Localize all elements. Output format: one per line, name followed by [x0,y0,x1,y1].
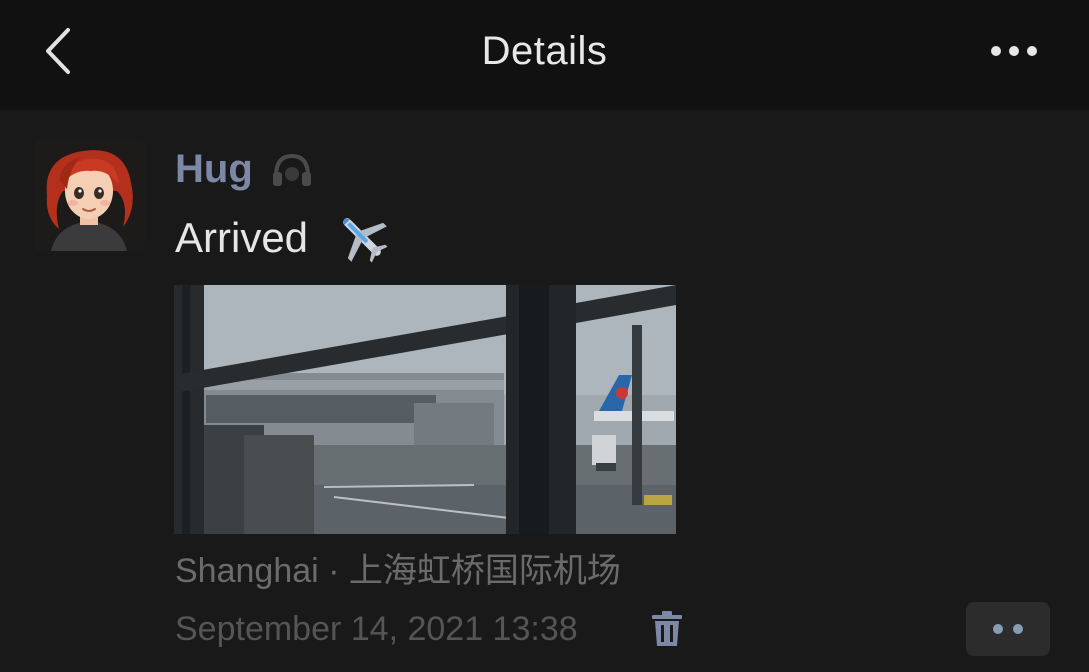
more-horizontal-icon [991,46,1037,56]
airplane-icon [333,208,391,266]
airport-window-photo [174,285,676,534]
author-name[interactable]: Hug [175,144,253,194]
top-navigation-bar: Details [0,0,1089,110]
delete-post-button[interactable] [650,610,684,648]
action-dot [1013,624,1023,634]
headphones-icon [270,150,314,190]
more-options-button[interactable] [982,34,1046,68]
post-timestamp: September 14, 2021 13:38 [175,610,578,648]
post-photo[interactable] [174,285,676,534]
post-location[interactable]: Shanghai · 上海虹桥国际机场 [175,548,621,594]
comment-like-menu-button[interactable] [966,602,1050,656]
avatar-illustration [33,139,145,251]
post-text: Arrived [175,214,309,261]
action-dot [993,624,1003,634]
trash-icon [652,611,682,646]
moment-details-screen: Details Hug Arrived Shanghai · 上海虹桥国际机场 … [0,0,1089,672]
author-avatar[interactable] [33,139,145,251]
page-title: Details [481,29,608,73]
